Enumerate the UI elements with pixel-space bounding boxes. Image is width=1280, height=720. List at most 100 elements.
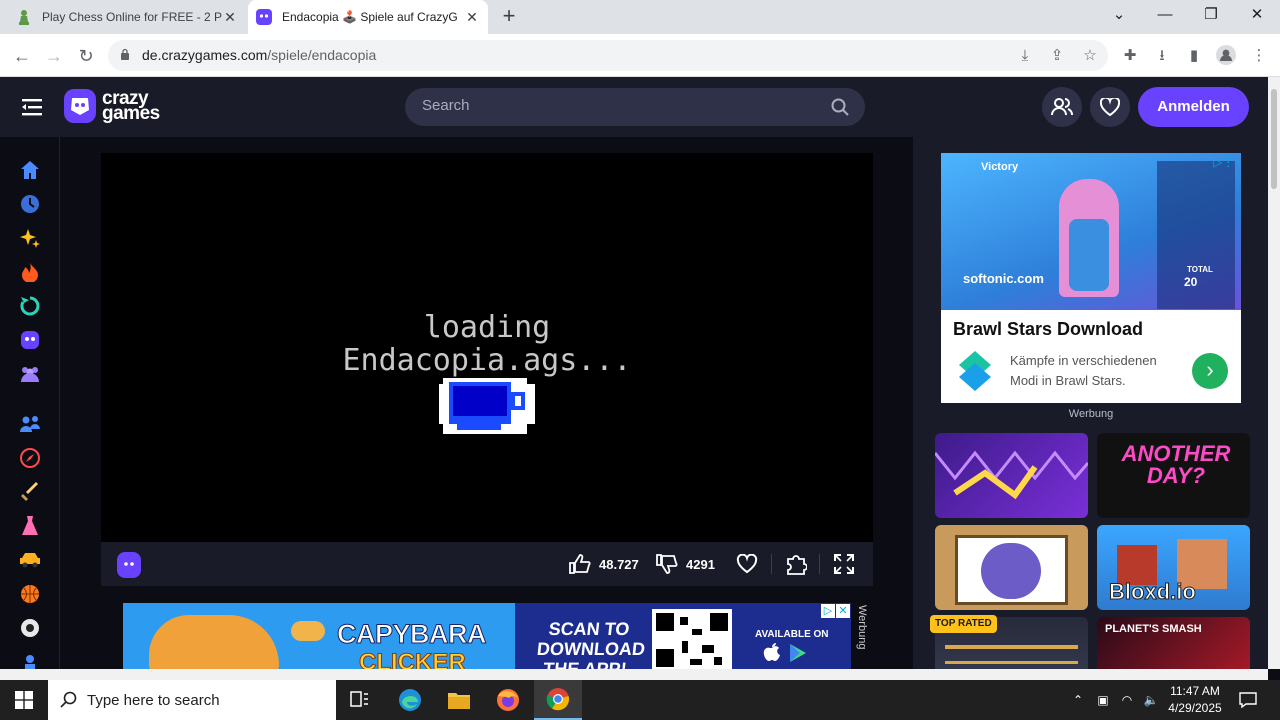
folder-icon xyxy=(448,693,470,709)
close-tab-icon[interactable]: ✕ xyxy=(222,9,238,25)
ad-label-vertical: Werbung xyxy=(856,605,868,650)
close-ad-icon[interactable]: ✕ xyxy=(836,604,850,618)
thumb-bloxd[interactable]: Bloxd.io xyxy=(1097,525,1250,610)
system-clock[interactable]: 11:47 AM 4/29/2025 xyxy=(1160,683,1230,717)
chrome-taskbar-button[interactable] xyxy=(534,680,582,720)
brawler-body-image xyxy=(1069,219,1109,291)
game-frame[interactable]: loading Endacopia.ags... xyxy=(101,153,873,542)
fullscreen-button[interactable] xyxy=(833,553,863,575)
login-button[interactable]: Anmelden xyxy=(1138,87,1249,127)
firefox-icon xyxy=(497,689,519,711)
scrollbar-thumb[interactable] xyxy=(1271,89,1277,189)
taskbar-search-placeholder: Type here to search xyxy=(87,692,220,709)
horizontal-scrollbar[interactable] xyxy=(0,669,1268,680)
action-bar-divider xyxy=(819,554,820,574)
ad-image-heading: Victory xyxy=(981,161,1019,173)
capybara-ad-art: CAPYBARA CLICKER xyxy=(123,603,515,669)
like-button[interactable]: 48.727 xyxy=(569,553,639,575)
crazygames-small-logo-icon[interactable] xyxy=(117,552,141,578)
logo-line-2: games xyxy=(102,103,160,124)
multiplayer-icon[interactable] xyxy=(19,363,41,385)
friends-button[interactable] xyxy=(1042,87,1082,127)
thumb-clown-portrait[interactable] xyxy=(935,525,1088,610)
brawl-stars-ad[interactable]: Victory TOTAL 20 softonic.com ▷⋮ Brawl S… xyxy=(941,153,1241,403)
forward-button[interactable]: → xyxy=(41,43,67,69)
ad-open-button[interactable]: › xyxy=(1192,353,1228,389)
new-sparkle-icon[interactable] xyxy=(19,227,41,249)
recent-clock-icon[interactable] xyxy=(19,193,41,215)
report-bug-button[interactable] xyxy=(785,553,815,575)
apple-icon xyxy=(763,643,780,661)
thumb-geometry-dash[interactable] xyxy=(935,433,1088,518)
car-icon[interactable] xyxy=(19,549,41,571)
url-path: /spiele/endacopia xyxy=(267,47,377,63)
more-categories-icon[interactable] xyxy=(19,651,41,669)
back-button[interactable]: ← xyxy=(9,43,35,69)
clock-time: 11:47 AM xyxy=(1170,684,1220,698)
edge-taskbar-button[interactable] xyxy=(386,680,434,720)
tab-chess[interactable]: Play Chess Online for FREE - 2 Pl ✕ xyxy=(8,0,246,34)
menu-toggle-icon[interactable] xyxy=(22,96,44,118)
taskbar-search-box[interactable]: Type here to search xyxy=(48,680,336,720)
qr-code-image xyxy=(652,609,732,669)
adchoices-icon[interactable]: ▷ xyxy=(821,604,835,618)
favorite-game-button[interactable] xyxy=(736,553,766,575)
address-bar[interactable]: de.crazygames.com/spiele/endacopia xyxy=(108,40,1108,71)
reload-button[interactable]: ↻ xyxy=(73,43,99,69)
new-tab-button[interactable]: + xyxy=(497,5,521,29)
game-action-bar: 48.727 4291 xyxy=(101,542,873,586)
share-icon[interactable]: ⇪ xyxy=(1046,45,1068,67)
thumb-another-day[interactable]: ANOTHER DAY? xyxy=(1097,433,1250,518)
close-window-button[interactable]: ✕ xyxy=(1234,0,1280,34)
tray-overflow-icon[interactable]: ⌃ xyxy=(1068,680,1088,720)
trending-fire-icon[interactable] xyxy=(19,261,41,283)
originals-icon[interactable] xyxy=(19,329,41,351)
crazygames-logo[interactable]: crazy games xyxy=(64,89,160,123)
dislike-count: 4291 xyxy=(686,556,715,572)
minimize-button[interactable]: — xyxy=(1142,0,1188,34)
adventure-compass-icon[interactable] xyxy=(19,447,41,469)
capybara-small-image xyxy=(291,621,325,641)
network-icon[interactable]: ▣ xyxy=(1092,680,1114,720)
ad-description: Kämpfe in verschiedenen Modi in Brawl St… xyxy=(1010,353,1157,388)
tab-endacopia[interactable]: Endacopia 🕹️ Spiele auf CrazyG ✕ xyxy=(248,0,488,34)
chrome-menu-icon[interactable]: ⋮ xyxy=(1248,45,1270,67)
close-tab-icon[interactable]: ✕ xyxy=(464,9,480,25)
task-view-button[interactable] xyxy=(336,680,384,720)
search-input[interactable] xyxy=(422,97,822,114)
volume-icon[interactable]: 🔈 xyxy=(1140,680,1162,720)
start-button[interactable] xyxy=(0,680,48,720)
search-icon[interactable] xyxy=(831,98,849,116)
two-player-icon[interactable] xyxy=(19,413,41,435)
favorites-button[interactable] xyxy=(1090,87,1130,127)
billiards-icon[interactable] xyxy=(19,617,41,639)
site-search[interactable] xyxy=(405,88,865,126)
install-app-icon[interactable]: ⤓ xyxy=(1014,45,1036,67)
wifi-icon[interactable]: ◠ xyxy=(1116,680,1138,720)
tab-search-icon[interactable]: ⌄ xyxy=(1096,0,1142,34)
notifications-icon[interactable] xyxy=(1236,680,1260,720)
thumb-planets-smash[interactable]: PLANET'S SMASH xyxy=(1097,617,1250,669)
adchoices-icon[interactable]: ▷⋮ xyxy=(1213,155,1234,169)
tab-title: Play Chess Online for FREE - 2 Pl xyxy=(42,10,222,24)
home-icon[interactable] xyxy=(19,159,41,181)
side-panel-icon[interactable]: ▮ xyxy=(1183,45,1205,67)
capybara-ad-banner[interactable]: CAPYBARA CLICKER SCAN TO DOWNLOAD THE AP… xyxy=(123,603,851,669)
bookmark-star-icon[interactable]: ☆ xyxy=(1079,45,1101,67)
profile-icon[interactable] xyxy=(1215,45,1237,67)
firefox-taskbar-button[interactable] xyxy=(484,680,532,720)
downloads-icon[interactable]: ⭳ xyxy=(1151,45,1173,67)
basketball-icon[interactable] xyxy=(19,583,41,605)
puzzle-icon xyxy=(787,555,807,575)
friends-icon xyxy=(1051,98,1073,116)
action-sword-icon[interactable] xyxy=(19,481,41,503)
ad-title: Brawl Stars Download xyxy=(953,319,1144,339)
vertical-scrollbar[interactable] xyxy=(1268,77,1280,669)
dislike-button[interactable]: 4291 xyxy=(656,553,715,575)
extensions-icon[interactable]: ✚ xyxy=(1119,45,1141,67)
restore-button[interactable]: ❐ xyxy=(1188,0,1234,34)
updated-refresh-icon[interactable] xyxy=(19,295,41,317)
dress-up-icon[interactable] xyxy=(19,515,41,537)
file-explorer-taskbar-button[interactable] xyxy=(435,680,483,720)
softonic-logo-icon xyxy=(959,351,991,391)
